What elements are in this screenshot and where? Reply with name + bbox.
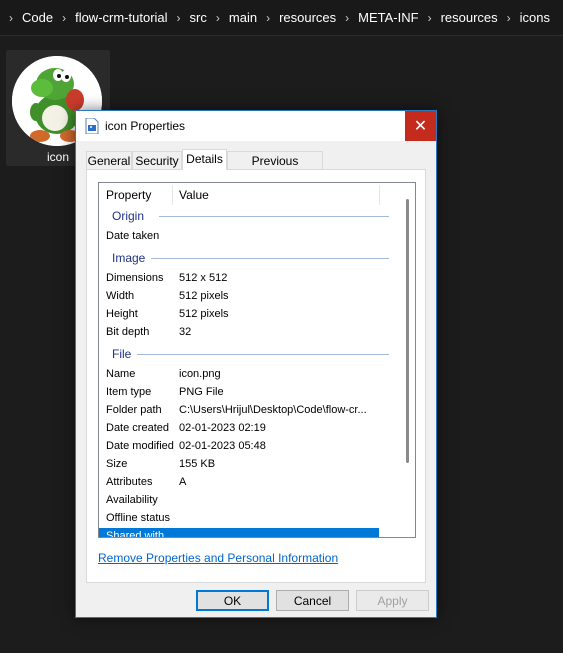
row-key: Date created [106,422,169,434]
close-button[interactable]: ✕ [405,111,436,141]
chevron-right-icon: › [266,10,271,25]
row-key: Availability [106,494,158,506]
group-label: File [112,347,132,361]
dialog-title: icon Properties [105,119,186,133]
row-date-taken[interactable]: Date taken [99,228,379,246]
image-file-icon [85,118,99,134]
row-size[interactable]: Size 155 KB [99,456,379,474]
column-divider[interactable] [172,185,173,205]
row-key: Dimensions [106,272,164,284]
apply-button[interactable]: Apply [356,590,429,611]
row-value: PNG File [179,386,224,398]
row-key: Item type [106,386,152,398]
row-value: C:\Users\Hrijul\Desktop\Code\flow-cr... [179,404,367,416]
row-key: Bit depth [106,326,150,338]
group-divider [137,354,389,355]
remove-properties-link[interactable]: Remove Properties and Personal Informati… [98,551,338,565]
row-bit-depth[interactable]: Bit depth 32 [99,324,379,342]
row-shared-with[interactable]: Shared with [99,528,379,538]
close-icon: ✕ [413,118,428,135]
tab-general[interactable]: General [86,151,132,169]
tab-details[interactable]: Details [182,149,227,170]
row-value: 512 pixels [179,308,229,320]
group-origin: Origin [99,208,391,226]
row-height[interactable]: Height 512 pixels [99,306,379,324]
breadcrumb-item-meta-inf[interactable]: › META-INF [336,10,418,25]
column-header-property[interactable]: Property [106,188,151,202]
tab-security[interactable]: Security [132,151,182,169]
breadcrumb-item-resources-2[interactable]: › resources [419,10,498,25]
row-key: Date taken [106,230,160,242]
chevron-right-icon: › [215,10,220,25]
row-key: Offline status [106,512,170,524]
list-header: Property Value [99,183,380,205]
row-key: Attributes [106,476,153,488]
row-value: icon.png [179,368,221,380]
chevron-right-icon: › [427,10,432,25]
row-folder-path[interactable]: Folder path C:\Users\Hrijul\Desktop\Code… [99,402,379,420]
row-value: 02-01-2023 05:48 [179,440,266,452]
row-offline-status[interactable]: Offline status [99,510,379,528]
vertical-scrollbar[interactable] [406,199,409,463]
chevron-right-icon: › [506,10,511,25]
row-key: Size [106,458,128,470]
details-panel: Property Value Origin Date taken Image D… [86,169,426,583]
tab-previous-versions[interactable]: Previous Versions [227,151,323,186]
row-value: 512 pixels [179,290,229,302]
row-key: Date modified [106,440,174,452]
ok-button[interactable]: OK [196,590,269,611]
row-dimensions[interactable]: Dimensions 512 x 512 [99,270,379,288]
row-key: Width [106,290,135,302]
chevron-right-icon: › [345,10,350,25]
group-label: Image [112,251,146,265]
row-value: 02-01-2023 02:19 [179,422,266,434]
details-list[interactable]: Property Value Origin Date taken Image D… [98,182,416,538]
breadcrumb-item-icons[interactable]: › icons [498,10,550,25]
breadcrumb: › Code › flow-crm-tutorial › src › main › res… [0,0,563,36]
row-name[interactable]: Name icon.png [99,366,379,384]
group-label: Origin [112,209,145,223]
row-width[interactable]: Width 512 pixels [99,288,379,306]
row-value: A [179,476,187,488]
row-key: Height [106,308,138,320]
row-date-modified[interactable]: Date modified 02-01-2023 05:48 [99,438,379,456]
chevron-right-icon: › [176,10,181,25]
row-availability[interactable]: Availability [99,492,379,510]
properties-dialog: icon Properties ✕ General Security Detai… [75,110,437,618]
cancel-button[interactable]: Cancel [276,590,349,611]
breadcrumb-item-flow-crm-tutorial[interactable]: › flow-crm-tutorial [53,10,167,25]
group-file: File [99,346,391,364]
row-key: Name [106,368,136,380]
group-divider [151,258,389,259]
row-key: Shared with [106,530,165,538]
breadcrumb-item-resources[interactable]: › resources [257,10,336,25]
breadcrumb-item-code[interactable]: › Code [6,10,53,25]
breadcrumb-item-src[interactable]: › src [168,10,207,25]
group-divider [159,216,389,217]
column-divider[interactable] [379,185,380,205]
row-date-created[interactable]: Date created 02-01-2023 02:19 [99,420,379,438]
group-image: Image [99,250,391,268]
row-key: Folder path [106,404,162,416]
dialog-titlebar[interactable]: icon Properties ✕ [76,111,436,141]
row-value: 512 x 512 [179,272,228,284]
column-header-value[interactable]: Value [179,188,209,202]
row-attributes[interactable]: Attributes A [99,474,379,492]
breadcrumb-item-main[interactable]: › main [207,10,257,25]
row-item-type[interactable]: Item type PNG File [99,384,379,402]
row-value: 32 [179,326,192,338]
chevron-right-icon: › [9,10,13,25]
row-value: 155 KB [179,458,216,470]
chevron-right-icon: › [62,10,67,25]
